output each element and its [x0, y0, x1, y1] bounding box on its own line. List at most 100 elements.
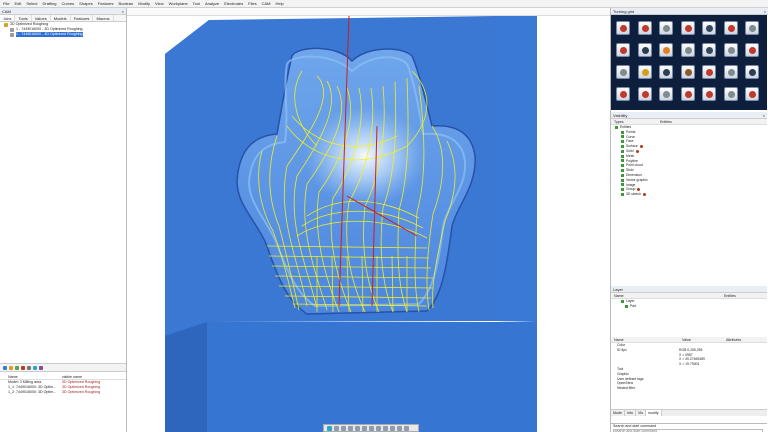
simulate-icon[interactable]	[33, 365, 37, 370]
section-icon[interactable]	[390, 425, 395, 431]
tab-tools[interactable]: Tools	[15, 15, 32, 21]
rotate-icon[interactable]	[376, 425, 381, 431]
turning-tool-button-26[interactable]	[702, 87, 716, 101]
menu-item-analyze[interactable]: Analyze	[205, 1, 219, 6]
visible-check-icon[interactable]	[621, 135, 624, 139]
turning-tool-button-27[interactable]	[723, 87, 738, 101]
menu-item-file[interactable]: File	[3, 1, 9, 6]
turning-tool-button-8[interactable]	[616, 43, 630, 57]
zoom-icon[interactable]	[369, 425, 374, 431]
menu-item-edit[interactable]: Edit	[14, 1, 21, 6]
turning-tool-button-7[interactable]	[745, 21, 759, 35]
tab-jobs[interactable]: Jobs	[0, 15, 16, 21]
tab-macros[interactable]: Macros	[93, 15, 114, 21]
visible-check-icon[interactable]	[615, 125, 618, 129]
property-row[interactable]: Nested filter	[611, 386, 767, 391]
menu-item-shapes[interactable]: Shapes	[79, 1, 93, 6]
postprocess-icon[interactable]	[39, 365, 43, 370]
menu-item-curves[interactable]: Curves	[62, 1, 75, 6]
layer-visible-icon[interactable]	[621, 299, 624, 303]
view-front-icon[interactable]	[341, 425, 346, 431]
menu-item-help[interactable]: Help	[276, 1, 284, 6]
menu-item-view[interactable]: View	[155, 1, 164, 6]
turning-tool-button-10[interactable]	[659, 43, 673, 57]
turning-tool-button-28[interactable]	[745, 87, 759, 101]
turning-tool-button-3[interactable]	[659, 21, 673, 35]
3d-viewport[interactable]	[127, 16, 610, 432]
tab-mode[interactable]: Mode	[611, 410, 625, 416]
turning-tool-button-5[interactable]	[702, 21, 716, 35]
settings-icon[interactable]	[27, 365, 31, 370]
visible-check-icon[interactable]	[621, 178, 624, 182]
folder-icon[interactable]	[9, 365, 13, 370]
turning-tool-button-19[interactable]	[702, 65, 716, 79]
turning-tool-button-14[interactable]	[745, 43, 759, 57]
measure-icon[interactable]	[397, 425, 402, 431]
visible-check-icon[interactable]	[621, 183, 624, 187]
turning-tool-button-6[interactable]	[723, 21, 738, 35]
visible-check-icon[interactable]	[621, 188, 624, 192]
turning-tool-button-21[interactable]	[745, 65, 759, 79]
turning-tool-button-16[interactable]	[637, 65, 652, 79]
menu-item-files[interactable]: Files	[248, 1, 256, 6]
menu-item-electrodes[interactable]: Electrodes	[224, 1, 243, 6]
tree-item[interactable]: 1 - 7449016000 - 3D Optimized Roughing	[0, 32, 126, 37]
calculate-icon[interactable]	[15, 365, 19, 370]
tab-models[interactable]: Models	[51, 15, 71, 21]
tab-values[interactable]: Values	[32, 15, 51, 21]
turning-tool-button-25[interactable]	[680, 87, 695, 101]
visible-check-icon[interactable]	[621, 173, 624, 177]
visible-check-icon[interactable]	[621, 159, 624, 163]
turning-tool-button-18[interactable]	[680, 65, 695, 79]
turning-tool-button-13[interactable]	[723, 43, 738, 57]
view-iso-icon[interactable]	[355, 425, 360, 431]
table-row[interactable]: 1_2: 7449016000: 3D Optim... 3D Optimized…	[0, 390, 126, 395]
visible-check-icon[interactable]	[621, 130, 624, 134]
tab-features[interactable]: Features	[71, 15, 94, 21]
turning-tool-button-4[interactable]	[680, 21, 695, 35]
menu-item-cam[interactable]: CAM	[262, 1, 271, 6]
visible-check-icon[interactable]	[621, 193, 624, 197]
menu-item-tool[interactable]: Tool	[193, 1, 200, 6]
turning-tool-button-2[interactable]	[637, 21, 652, 35]
visible-check-icon[interactable]	[621, 140, 624, 144]
delete-icon[interactable]	[21, 365, 25, 370]
view-top-icon[interactable]	[348, 425, 353, 431]
command-search-input[interactable]	[613, 428, 763, 432]
layer-visible-icon[interactable]	[625, 304, 628, 308]
add-operation-icon[interactable]	[3, 365, 7, 370]
turning-tool-button-11[interactable]	[680, 43, 695, 57]
close-icon[interactable]: ×	[122, 8, 124, 15]
visibility-item[interactable]: 3D sketch	[615, 192, 767, 197]
tab-modify[interactable]: modify	[645, 410, 662, 416]
visible-check-icon[interactable]	[621, 169, 624, 173]
menu-item-modify[interactable]: Modify	[138, 1, 150, 6]
visible-check-icon[interactable]	[621, 164, 624, 168]
turning-tool-button-23[interactable]	[637, 87, 652, 101]
turning-tool-button-24[interactable]	[659, 87, 673, 101]
layer-item[interactable]: Part	[621, 304, 767, 309]
turning-tool-button-1[interactable]	[616, 21, 630, 35]
view-wireframe-icon[interactable]	[334, 425, 339, 431]
menu-item-drafting[interactable]: Drafting	[42, 1, 56, 6]
menu-item-boolean[interactable]: Boolean	[119, 1, 134, 6]
menu-item-workplane[interactable]: Workplane	[169, 1, 188, 6]
visible-check-icon[interactable]	[621, 149, 624, 153]
render-icon[interactable]	[404, 425, 409, 431]
turning-tool-button-9[interactable]	[637, 43, 652, 57]
view-shaded-icon[interactable]	[327, 425, 332, 431]
tab-info[interactable]: Info	[625, 410, 636, 416]
menu-item-select[interactable]: Select	[26, 1, 37, 6]
visible-check-icon[interactable]	[621, 154, 624, 158]
turning-tool-button-20[interactable]	[723, 65, 738, 79]
zoom-fit-icon[interactable]	[362, 425, 367, 431]
close-icon[interactable]: ×	[763, 112, 765, 119]
turning-tool-button-17[interactable]	[659, 65, 673, 79]
visible-check-icon[interactable]	[621, 145, 624, 149]
turning-tool-button-12[interactable]	[702, 43, 716, 57]
close-icon[interactable]: ×	[764, 8, 766, 15]
turning-tool-button-15[interactable]	[616, 65, 630, 79]
menu-item-features[interactable]: Features	[98, 1, 114, 6]
tab-vis[interactable]: Vis	[636, 410, 646, 416]
pan-icon[interactable]	[383, 425, 388, 431]
